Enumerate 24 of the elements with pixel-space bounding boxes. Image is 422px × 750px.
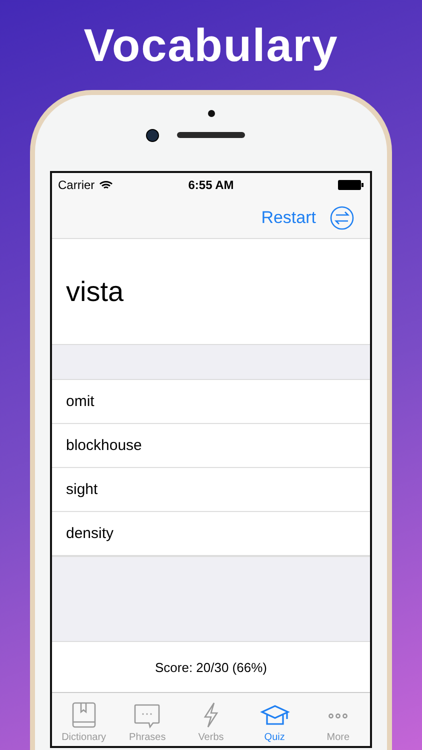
- tab-item[interactable]: Phrases: [116, 693, 180, 746]
- lightning-icon: [202, 701, 220, 729]
- tab-item[interactable]: Verbs: [179, 693, 243, 746]
- restart-button[interactable]: Restart: [261, 208, 316, 228]
- answer-option[interactable]: sight: [52, 468, 370, 512]
- tab-item[interactable]: Quiz: [242, 693, 306, 746]
- status-time: 6:55 AM: [188, 178, 234, 192]
- tab-item[interactable]: More: [306, 693, 370, 746]
- swap-icon[interactable]: [330, 206, 354, 230]
- headline: Vocabulary: [84, 18, 338, 73]
- camera-lens: [146, 129, 159, 142]
- chat-icon: [133, 703, 162, 729]
- answer-option[interactable]: blockhouse: [52, 424, 370, 468]
- wifi-icon: [98, 180, 113, 190]
- sensor-dot: [208, 110, 215, 117]
- score-label: Score: 20/30 (66%): [154, 660, 267, 674]
- tab-item[interactable]: Dictionary: [52, 693, 116, 746]
- battery-icon: [338, 180, 364, 190]
- more-icon: [327, 713, 350, 719]
- book-icon: [70, 701, 97, 729]
- carrier-label: Carrier: [58, 178, 95, 192]
- quiz-word: vista: [66, 276, 124, 308]
- speaker-grille: [177, 132, 245, 138]
- answer-option[interactable]: omit: [52, 380, 370, 424]
